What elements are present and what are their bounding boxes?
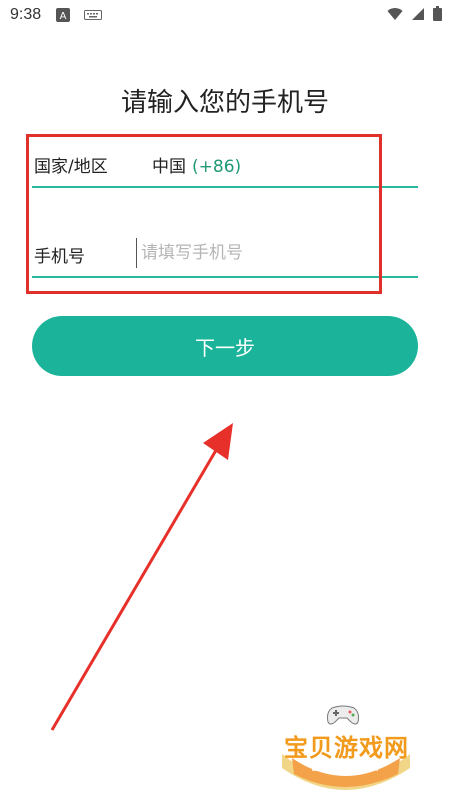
gamepad-icon: [327, 705, 359, 725]
watermark-logo: 宝贝游戏网 baobeiy.com: [270, 700, 420, 792]
watermark-name: 宝贝游戏网: [284, 734, 409, 762]
annotation-arrow-icon: [50, 423, 233, 731]
watermark-url: baobeiy.com: [311, 760, 379, 774]
